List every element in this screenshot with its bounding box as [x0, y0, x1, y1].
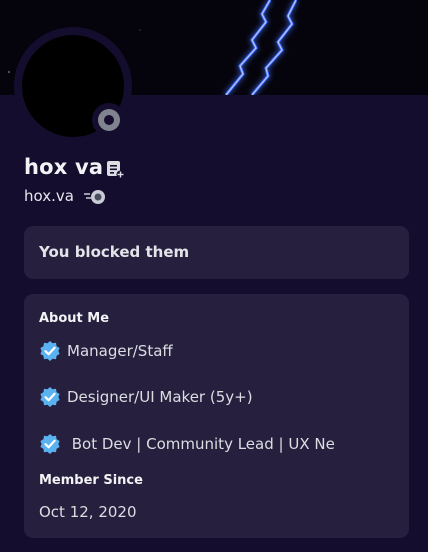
member-since-heading: Member Since — [39, 473, 143, 488]
bio-text: Designer/UI Maker (5y+) — [67, 388, 253, 406]
bio-text: Manager/Staff — [67, 342, 173, 360]
note-icon[interactable] — [105, 159, 125, 179]
about-section: About Me Manager/Staff Designer/UI Maker… — [24, 294, 409, 538]
verified-check-icon — [40, 434, 60, 454]
blocked-text: You blocked them — [39, 243, 190, 261]
verified-check-icon — [40, 387, 60, 407]
quest-badge-icon[interactable] — [84, 189, 108, 205]
bio-text: Bot Dev | Community Lead | UX Ne — [67, 435, 335, 453]
verified-check-icon — [40, 341, 60, 361]
status-offline-icon — [98, 109, 120, 131]
bio-line: Manager/Staff — [39, 340, 173, 362]
username[interactable]: hox.va — [24, 187, 74, 205]
bio-line: Bot Dev | Community Lead | UX Ne — [39, 433, 335, 455]
blocked-notice: You blocked them — [24, 226, 409, 279]
display-name: hox va — [24, 155, 104, 179]
member-since-date: Oct 12, 2020 — [39, 503, 137, 521]
about-me-heading: About Me — [39, 311, 110, 326]
bio-line: Designer/UI Maker (5y+) — [39, 386, 253, 408]
